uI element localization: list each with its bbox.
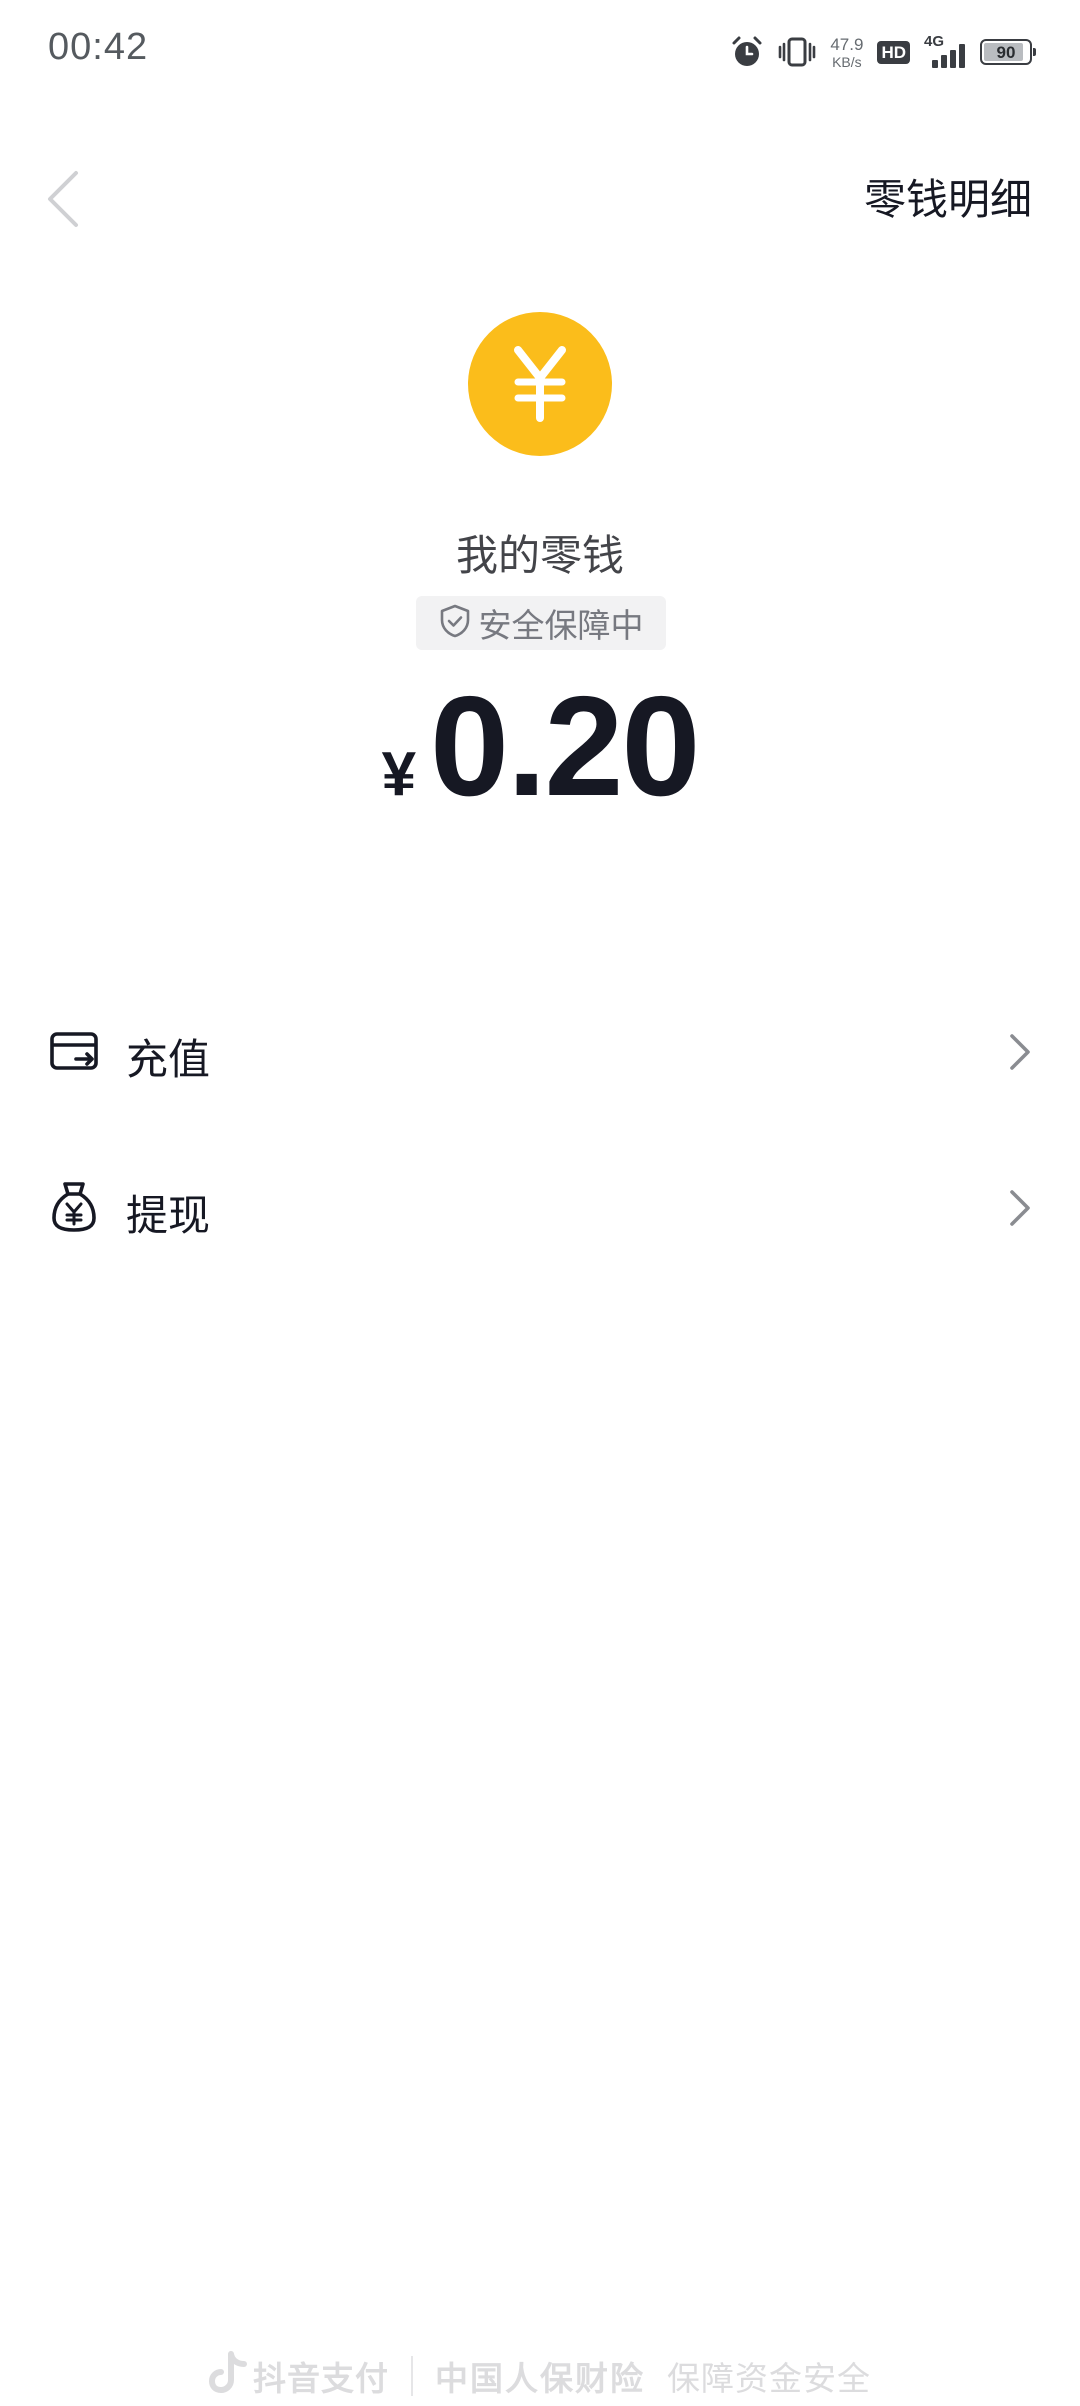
shield-check-icon (439, 604, 471, 642)
status-time: 00:42 (48, 26, 149, 68)
footer-partner: 中国人保财险 (435, 2359, 645, 2398)
balance-amount: 0.20 (430, 667, 700, 826)
back-button[interactable] (44, 168, 104, 234)
card-recharge-icon (48, 1024, 100, 1078)
signal-icon: 4G (924, 34, 966, 70)
alarm-icon (730, 35, 764, 69)
money-bag-icon (48, 1180, 100, 1234)
footer: 抖音支付 中国人保财险 保障资金安全 (0, 2346, 1080, 2406)
currency-symbol: ¥ (381, 740, 417, 809)
footer-divider (411, 2356, 413, 2396)
battery-icon: 90 (980, 39, 1036, 65)
net-speed: 47.9 KB/s (830, 36, 863, 69)
vibrate-icon (778, 35, 816, 69)
yen-coin-icon (468, 312, 612, 456)
wallet-title: 我的零钱 (455, 531, 624, 580)
status-bar: 00:42 47.9 KB/s HD 4G 90 (0, 0, 1080, 100)
net-speed-value: 47.9 (830, 34, 864, 54)
recharge-item[interactable]: 充值 (0, 986, 1080, 1116)
battery-level: 90 (996, 42, 1016, 62)
chevron-right-icon (1006, 1186, 1034, 1230)
footer-brand-label: 抖音支付 (253, 2359, 389, 2398)
recharge-label: 充值 (126, 1035, 211, 1084)
status-icons: 47.9 KB/s HD 4G 90 (730, 30, 1036, 74)
chevron-right-icon (1006, 1030, 1034, 1074)
security-badge-label: 安全保障中 (478, 606, 644, 645)
balance-display: ¥ 0.20 (0, 676, 1080, 818)
security-badge: 安全保障中 (416, 596, 666, 650)
footer-slogan: 保障资金安全 (667, 2359, 871, 2398)
hd-icon: HD (877, 40, 910, 64)
net-speed-unit: KB/s (832, 53, 862, 70)
withdraw-label: 提现 (126, 1191, 211, 1240)
balance-details-link[interactable]: 零钱明细 (864, 166, 1032, 227)
douyin-logo-icon (209, 2350, 249, 2402)
chevron-left-icon (44, 169, 80, 233)
footer-brand: 抖音支付 (209, 2350, 389, 2402)
withdraw-item[interactable]: 提现 (0, 1142, 1080, 1272)
